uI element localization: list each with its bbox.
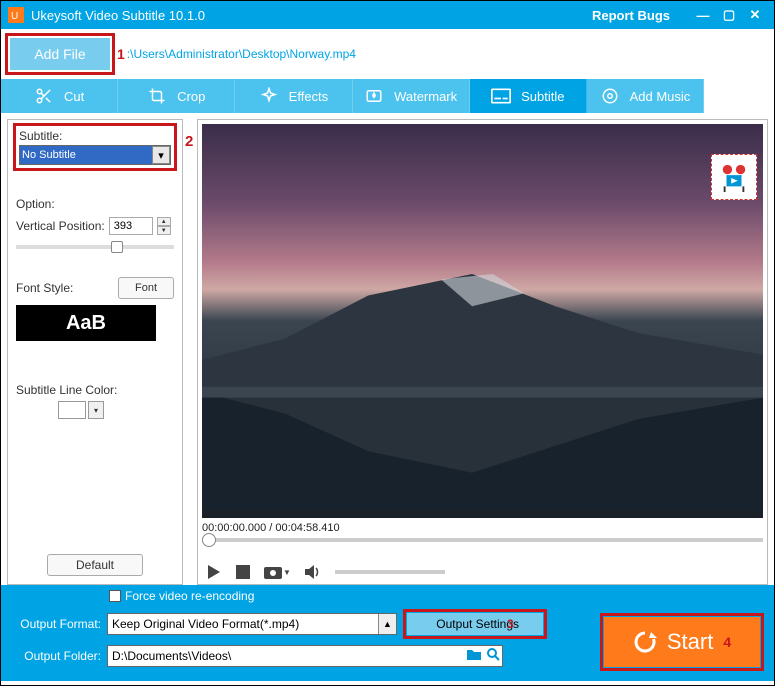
- annotation-1: 1: [117, 46, 125, 62]
- chevron-up-icon: ▲: [378, 614, 396, 634]
- output-format-select[interactable]: Keep Original Video Format(*.mp4) ▲: [107, 613, 397, 635]
- scissors-icon: [34, 86, 54, 106]
- tab-effects[interactable]: Effects: [235, 79, 352, 113]
- titlebar: U Ukeysoft Video Subtitle 10.1.0 Report …: [1, 1, 774, 29]
- svg-text:U: U: [11, 11, 18, 22]
- vertical-position-spinner[interactable]: ▲▼: [157, 217, 171, 235]
- annotation-box-1: Add File: [5, 33, 115, 75]
- subtitle-label: Subtitle:: [19, 129, 171, 143]
- tab-crop[interactable]: Crop: [118, 79, 235, 113]
- output-folder-value: D:\Documents\Videos\: [112, 649, 231, 663]
- start-label: Start: [667, 629, 713, 655]
- video-clip-icon[interactable]: [711, 154, 757, 200]
- file-path: :\Users\Administrator\Desktop\Norway.mp4: [127, 47, 356, 61]
- output-format-label: Output Format:: [9, 617, 101, 631]
- tab-watermark[interactable]: Watermark: [353, 79, 470, 113]
- tab-subtitle[interactable]: Subtitle: [470, 79, 587, 113]
- seek-thumb[interactable]: [202, 533, 216, 547]
- vertical-position-input[interactable]: [109, 217, 153, 235]
- music-icon: [600, 86, 620, 106]
- open-folder-icon[interactable]: [486, 647, 500, 664]
- browse-folder-icon[interactable]: [466, 647, 482, 664]
- play-button[interactable]: [206, 564, 222, 580]
- slider-thumb[interactable]: [111, 241, 123, 253]
- output-settings-button[interactable]: Output Settings3: [407, 613, 543, 635]
- add-file-row: Add File 1 :\Users\Administrator\Desktop…: [1, 29, 774, 79]
- tab-label: Add Music: [630, 89, 691, 104]
- tab-label: Cut: [64, 89, 84, 104]
- preview-panel: 00:00:00.000 / 00:04:58.410 ▼: [197, 119, 768, 585]
- app-logo-icon: U: [7, 6, 25, 24]
- volume-button[interactable]: [305, 565, 321, 579]
- snapshot-button[interactable]: ▼: [264, 565, 291, 579]
- report-bugs-link[interactable]: Report Bugs: [592, 8, 670, 23]
- force-reencode-label: Force video re-encoding: [125, 589, 254, 603]
- tab-cut[interactable]: Cut: [1, 79, 118, 113]
- video-preview[interactable]: [202, 124, 763, 518]
- refresh-icon: [633, 630, 657, 654]
- tab-label: Effects: [289, 89, 329, 104]
- stop-button[interactable]: [236, 565, 250, 579]
- seek-bar[interactable]: [202, 538, 763, 542]
- annotation-2: 2: [185, 133, 193, 150]
- main-area: 2 Subtitle: No Subtitle ▾ Option: Vertic…: [1, 113, 774, 585]
- crop-icon: [147, 86, 167, 106]
- minimize-button[interactable]: —: [690, 5, 716, 25]
- start-button[interactable]: Start 4: [604, 617, 760, 667]
- font-style-label: Font Style:: [16, 281, 73, 295]
- font-preview: AaB: [16, 305, 156, 341]
- tab-add-music[interactable]: Add Music: [587, 79, 704, 113]
- subtitle-value: No Subtitle: [22, 149, 76, 161]
- tab-label: Crop: [177, 89, 205, 104]
- tab-bar: Cut Crop Effects Watermark Subtitle Add …: [1, 79, 774, 113]
- output-folder-input[interactable]: D:\Documents\Videos\: [107, 645, 503, 667]
- vertical-position-label: Vertical Position:: [16, 219, 105, 233]
- chevron-down-icon: ▾: [152, 146, 170, 164]
- tab-label: Watermark: [394, 89, 457, 104]
- droplet-icon: [364, 86, 384, 106]
- volume-slider[interactable]: [335, 570, 445, 574]
- annotation-box-2: Subtitle: No Subtitle ▾: [13, 123, 177, 171]
- app-title: Ukeysoft Video Subtitle 10.1.0: [31, 8, 592, 23]
- timestamp: 00:00:00.000 / 00:04:58.410: [202, 522, 763, 534]
- vertical-position-slider[interactable]: [16, 245, 174, 249]
- add-file-button[interactable]: Add File: [10, 38, 110, 70]
- line-color-label: Subtitle Line Color:: [16, 383, 174, 397]
- bottom-bar: Force video re-encoding Output Format: K…: [1, 585, 774, 681]
- annotation-4: 4: [723, 634, 731, 650]
- tab-label: Subtitle: [521, 89, 564, 104]
- sparkle-icon: [259, 86, 279, 106]
- annotation-box-4: Start 4: [600, 613, 764, 671]
- font-button[interactable]: Font: [118, 277, 174, 299]
- default-button[interactable]: Default: [47, 554, 143, 576]
- subtitle-icon: [491, 86, 511, 106]
- option-label: Option:: [16, 197, 174, 211]
- subtitle-panel: Subtitle: No Subtitle ▾ Option: Vertical…: [7, 119, 183, 585]
- playback-controls: ▼: [202, 564, 763, 580]
- output-folder-label: Output Folder:: [9, 649, 101, 663]
- annotation-box-3: Output Settings3: [403, 609, 547, 639]
- force-reencode-checkbox[interactable]: [109, 590, 121, 602]
- line-color-dropdown[interactable]: ▾: [88, 401, 104, 419]
- close-button[interactable]: ✕: [742, 5, 768, 25]
- line-color-swatch[interactable]: [58, 401, 86, 419]
- subtitle-select[interactable]: No Subtitle ▾: [19, 145, 171, 165]
- annotation-3: 3: [507, 617, 514, 631]
- maximize-button[interactable]: ▢: [716, 5, 742, 25]
- output-format-value: Keep Original Video Format(*.mp4): [112, 617, 299, 631]
